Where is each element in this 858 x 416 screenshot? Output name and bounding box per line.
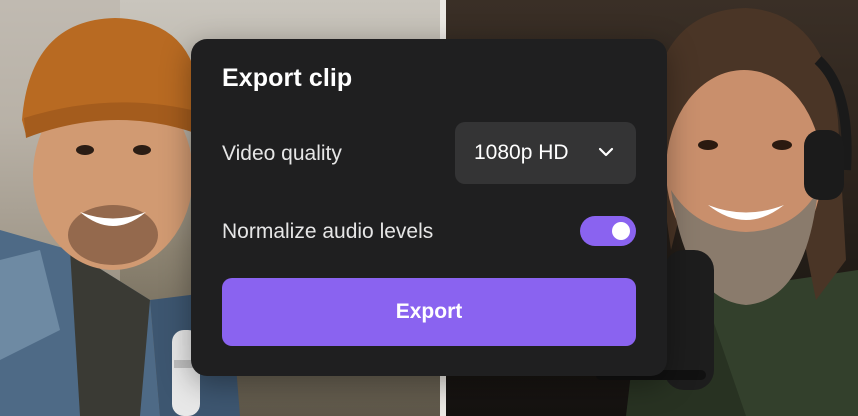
- video-quality-label: Video quality: [222, 142, 342, 165]
- video-quality-value: 1080p HD: [474, 141, 569, 164]
- dialog-title: Export clip: [222, 64, 353, 92]
- export-dialog: Export clip Video quality 1080p HD Norma…: [191, 39, 667, 376]
- video-quality-select[interactable]: 1080p HD: [455, 122, 636, 184]
- normalize-audio-label: Normalize audio levels: [222, 220, 434, 243]
- chevron-down-icon: [598, 147, 614, 157]
- normalize-audio-toggle[interactable]: [580, 216, 636, 246]
- export-button[interactable]: Export: [222, 278, 636, 346]
- toggle-knob: [612, 222, 630, 240]
